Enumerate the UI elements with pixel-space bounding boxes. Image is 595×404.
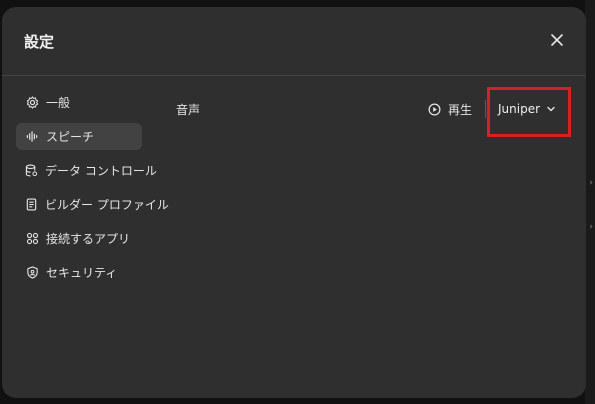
- dialog-header: 設定: [2, 7, 586, 76]
- play-button[interactable]: 再生: [428, 98, 472, 120]
- sidebar-item-speech[interactable]: スピーチ: [16, 123, 142, 150]
- close-icon: [551, 34, 563, 46]
- sidebar-item-label: セキュリティ: [46, 266, 118, 280]
- sidebar-item-data-controls[interactable]: データ コントロール: [16, 157, 157, 184]
- voice-label: 音声: [176, 103, 201, 117]
- waveform-icon: [25, 130, 39, 144]
- sidebar-item-builder-profile[interactable]: ビルダー プロファイル: [16, 191, 169, 218]
- sidebar-item-label: スピーチ: [46, 130, 95, 144]
- sidebar-item-label: 接続するアプリ: [46, 232, 131, 246]
- backdrop-glyph: ›: [589, 222, 593, 232]
- shield-icon: [25, 266, 39, 280]
- apps-grid-icon: [25, 232, 39, 246]
- sidebar-item-label: 一般: [46, 96, 71, 110]
- sidebar-item-label: ビルダー プロファイル: [45, 198, 169, 212]
- gear-icon: [25, 96, 39, 110]
- backdrop-glyph: ›: [589, 178, 593, 188]
- close-button[interactable]: [546, 29, 568, 51]
- dialog-title: 設定: [24, 33, 55, 51]
- sidebar-item-general[interactable]: 一般: [16, 89, 142, 116]
- play-label: 再生: [448, 102, 473, 117]
- settings-sidebar: 一般 スピーチ データ コントロール ビルダー プロファイル 接続するアプリ セ…: [16, 89, 169, 293]
- sidebar-item-connected-apps[interactable]: 接続するアプリ: [16, 225, 142, 252]
- id-card-icon: [25, 198, 38, 212]
- divider: [485, 100, 486, 118]
- highlight-annotation: [487, 87, 571, 137]
- settings-dialog: 設定 一般 スピーチ データ コントロール ビルダー プロファイル 接続するアプ…: [2, 7, 586, 398]
- sidebar-item-security[interactable]: セキュリティ: [16, 259, 142, 286]
- backdrop: [585, 0, 595, 404]
- database-icon: [25, 164, 38, 178]
- play-icon: [428, 103, 441, 116]
- sidebar-item-label: データ コントロール: [45, 164, 157, 178]
